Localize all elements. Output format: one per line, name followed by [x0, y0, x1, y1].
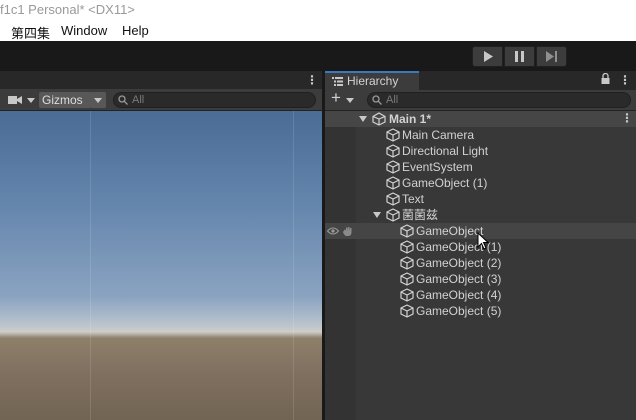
- lock-icon[interactable]: [601, 73, 610, 84]
- pickable-hand-icon[interactable]: [342, 226, 353, 236]
- grid-line: [90, 111, 91, 420]
- window-title: f1c1 Personal* <DX11>: [0, 2, 135, 17]
- chevron-down-icon: [346, 98, 354, 103]
- chevron-down-icon[interactable]: [358, 114, 368, 124]
- gameobject-cube-icon: [386, 192, 400, 206]
- menu-bar: 第四集 Window Help: [0, 20, 636, 41]
- hierarchy-item-label: GameObject (4): [416, 288, 502, 302]
- hierarchy-search-input[interactable]: All: [367, 92, 631, 108]
- eye-icon[interactable]: [327, 227, 339, 235]
- menu-item-scene-episode[interactable]: 第四集: [11, 23, 50, 42]
- tab-hierarchy-label: Hierarchy: [347, 74, 399, 88]
- gizmos-button[interactable]: Gizmos: [39, 92, 91, 108]
- gameobject-cube-icon: [386, 160, 400, 174]
- hierarchy-tree: Main 1* ⋮ Main Camera Directional Light …: [325, 111, 636, 420]
- step-button[interactable]: [536, 46, 567, 67]
- gameobject-cube-icon: [400, 288, 414, 302]
- hierarchy-item-label: 菌菌兹: [402, 208, 439, 222]
- pause-button[interactable]: [504, 46, 535, 67]
- hierarchy-child-item[interactable]: GameObject (5): [325, 303, 636, 319]
- mouse-cursor-icon: [477, 232, 489, 250]
- scene-toolbar: Gizmos All: [0, 89, 322, 111]
- step-icon: [545, 51, 557, 62]
- hierarchy-item[interactable]: GameObject (1): [325, 175, 636, 191]
- hierarchy-item[interactable]: Text: [325, 191, 636, 207]
- scene-row[interactable]: Main 1* ⋮: [325, 111, 636, 127]
- gameobject-cube-icon: [400, 256, 414, 270]
- hierarchy-item-label: GameObject (1): [402, 176, 488, 190]
- camera-settings-button[interactable]: [6, 93, 40, 107]
- plus-icon: +: [331, 88, 341, 107]
- scene-search-input[interactable]: All: [113, 92, 316, 108]
- menu-item-window[interactable]: Window: [61, 23, 107, 38]
- chevron-down-icon[interactable]: [372, 210, 382, 220]
- hierarchy-more-icon[interactable]: ⋮: [619, 74, 631, 86]
- gameobject-cube-icon: [400, 304, 414, 318]
- gameobject-cube-icon: [400, 240, 414, 254]
- playmode-controls: [472, 46, 568, 67]
- menu-item-help[interactable]: Help: [122, 23, 149, 38]
- title-bar: f1c1 Personal* <DX11>: [0, 0, 636, 20]
- hierarchy-item[interactable]: EventSystem: [325, 159, 636, 175]
- hierarchy-child-item[interactable]: GameObject (2): [325, 255, 636, 271]
- hierarchy-item-label: GameObject (3): [416, 272, 502, 286]
- scene-viewport[interactable]: [0, 111, 322, 420]
- scene-name: Main 1*: [389, 112, 432, 126]
- scene-tabbar: ⋮: [0, 71, 322, 89]
- search-icon: [118, 95, 128, 105]
- hierarchy-item-label: GameObject: [416, 224, 484, 238]
- hierarchy-item-label: Text: [402, 192, 425, 206]
- play-button[interactable]: [472, 46, 503, 67]
- play-icon: [483, 51, 493, 62]
- gameobject-cube-icon: [386, 144, 400, 158]
- hierarchy-item-label: EventSystem: [402, 160, 473, 174]
- hierarchy-item-label: GameObject (2): [416, 256, 502, 270]
- gameobject-cube-icon: [400, 272, 414, 286]
- search-icon: [372, 95, 382, 105]
- gizmos-dropdown[interactable]: [90, 92, 106, 108]
- scene-more-icon[interactable]: ⋮: [306, 74, 318, 86]
- gameobject-cube-icon: [400, 224, 414, 238]
- chevron-down-icon: [94, 98, 102, 103]
- unity-scene-icon: [372, 112, 386, 126]
- hierarchy-toolbar: + All: [325, 88, 636, 111]
- gameobject-cube-icon: [386, 128, 400, 142]
- scene-row-more-icon[interactable]: ⋮: [621, 112, 633, 124]
- hierarchy-item-parent[interactable]: 菌菌兹: [325, 207, 636, 223]
- grid-line: [293, 111, 294, 420]
- pause-icon: [515, 51, 524, 62]
- hierarchy-tabbar: Hierarchy ⋮: [325, 71, 636, 90]
- gameobject-cube-icon: [386, 208, 400, 222]
- gameobject-cube-icon: [386, 176, 400, 190]
- hierarchy-item[interactable]: Directional Light: [325, 143, 636, 159]
- create-button[interactable]: +: [329, 88, 359, 108]
- camera-icon: [8, 96, 22, 104]
- main-toolbar: [0, 41, 636, 71]
- hierarchy-child-item[interactable]: GameObject (3): [325, 271, 636, 287]
- scene-search-placeholder: All: [132, 94, 145, 106]
- hierarchy-item-label: Directional Light: [402, 144, 489, 158]
- hierarchy-item-label: GameObject (5): [416, 304, 502, 318]
- hierarchy-item[interactable]: Main Camera: [325, 127, 636, 143]
- hierarchy-child-item[interactable]: GameObject (4): [325, 287, 636, 303]
- list-icon: [332, 77, 343, 86]
- hierarchy-item-label: Main Camera: [402, 128, 475, 142]
- hierarchy-search-placeholder: All: [386, 94, 399, 106]
- chevron-down-icon: [27, 98, 35, 103]
